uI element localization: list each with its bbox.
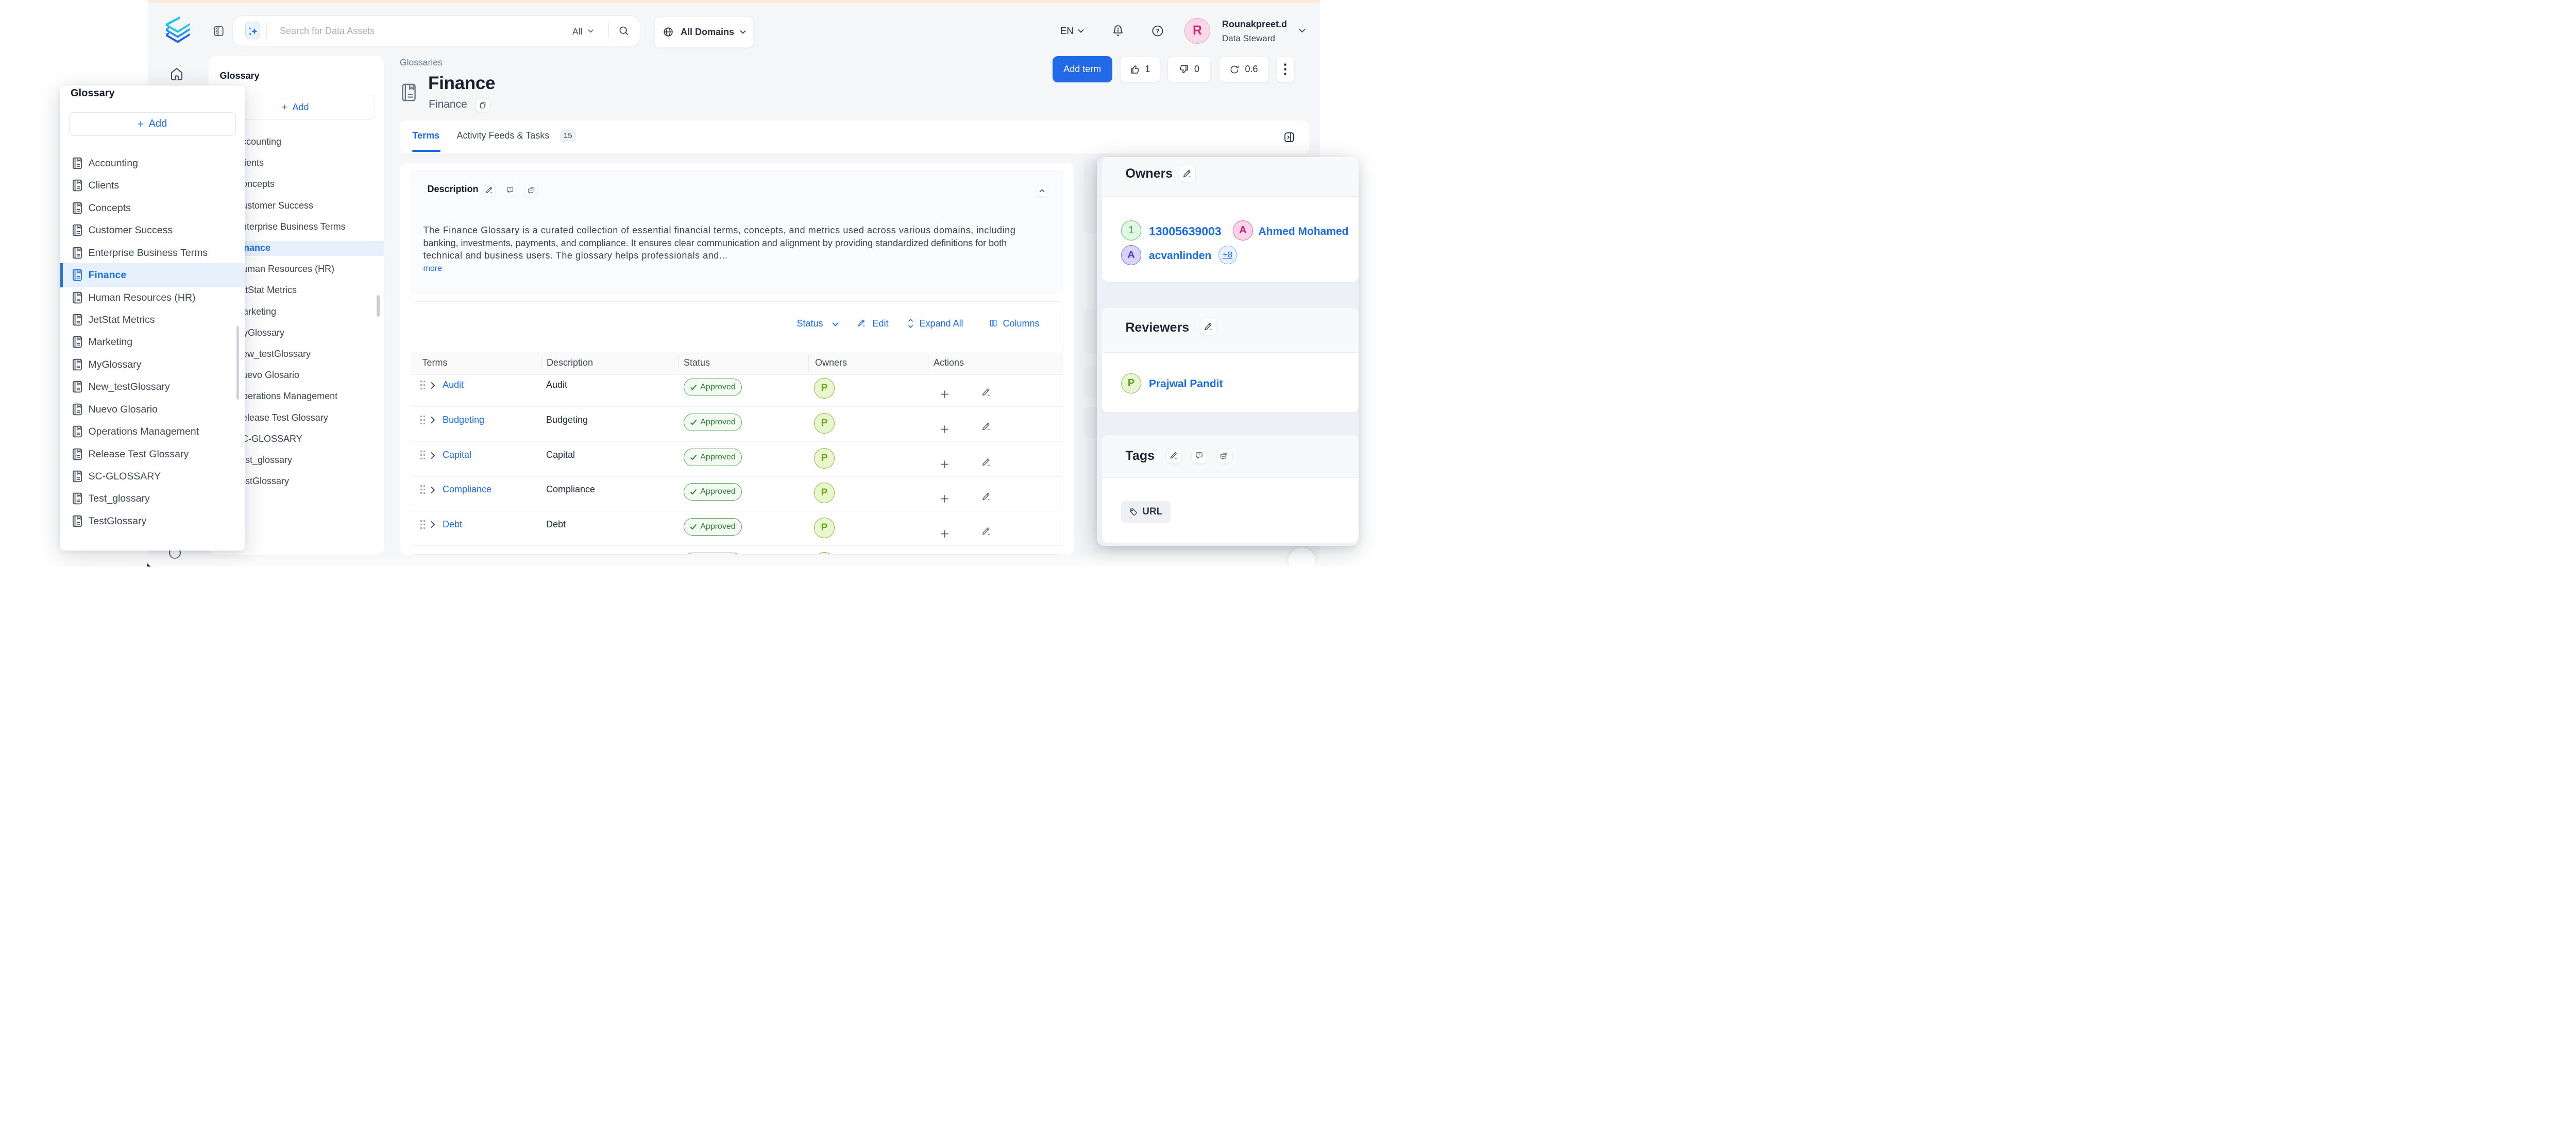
svg-text:?: ? — [509, 188, 511, 192]
svg-text:?: ? — [1156, 27, 1159, 35]
svg-text:?: ? — [1198, 453, 1200, 457]
